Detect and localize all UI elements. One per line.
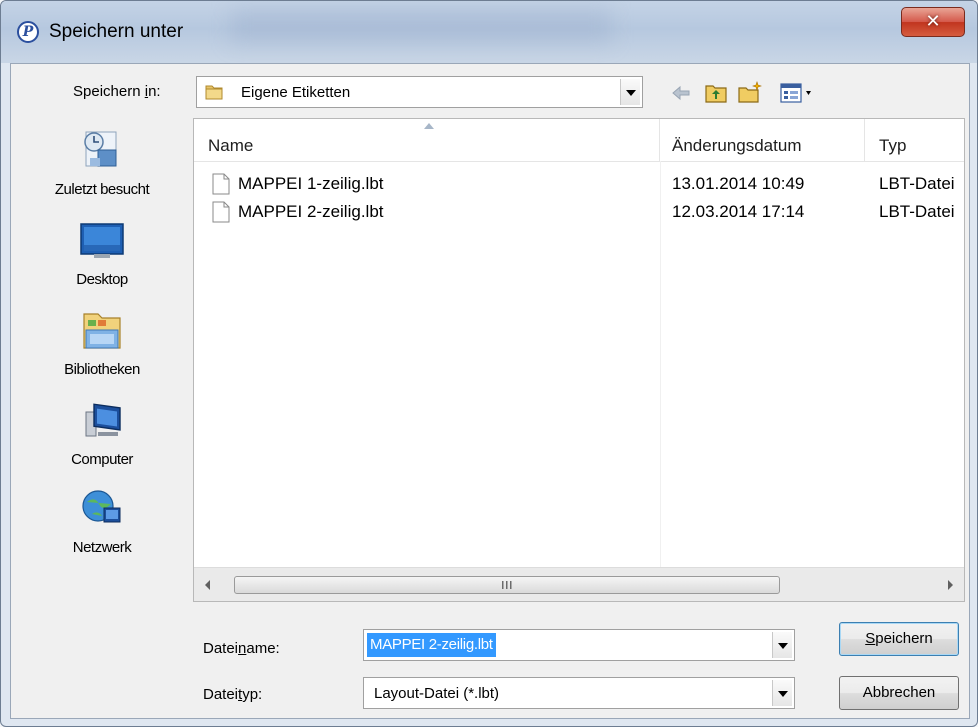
cancel-button[interactable]: Abbrechen xyxy=(839,676,959,710)
place-recent[interactable]: Zuletzt besucht xyxy=(11,126,193,198)
file-date: 12.03.2014 17:14 xyxy=(672,202,805,221)
scroll-left-icon[interactable] xyxy=(200,576,216,594)
file-row[interactable]: MAPPEI 2-zeilig.lbt 12.03.2014 17:14 LBT… xyxy=(194,199,964,225)
network-icon xyxy=(82,490,121,523)
file-icon xyxy=(212,173,230,195)
horizontal-scrollbar[interactable] xyxy=(194,567,964,601)
filename-label: Dateiname: xyxy=(203,640,280,657)
save-in-dropdown[interactable]: Eigene Etiketten xyxy=(196,76,643,108)
chevron-down-icon[interactable] xyxy=(620,79,640,105)
place-computer[interactable]: Computer xyxy=(11,396,193,468)
file-row[interactable]: MAPPEI 1-zeilig.lbt 13.01.2014 10:49 LBT… xyxy=(194,171,964,197)
places-bar: Zuletzt besucht Desktop Bibliotheken Com… xyxy=(11,116,193,626)
scrollbar-thumb[interactable] xyxy=(234,576,780,594)
file-list[interactable]: Name Änderungsdatum Typ MAPPEI 1-zeilig.… xyxy=(193,118,965,602)
file-list-header: Name Änderungsdatum Typ xyxy=(194,119,964,162)
place-desktop[interactable]: Desktop xyxy=(11,216,193,288)
place-label: Bibliotheken xyxy=(64,361,140,378)
back-arrow-icon[interactable] xyxy=(669,81,693,105)
computer-icon xyxy=(85,403,121,437)
sort-ascending-icon xyxy=(424,123,434,129)
chevron-down-icon[interactable] xyxy=(772,680,792,706)
window-title: Speichern unter xyxy=(49,21,184,42)
filetype-label: Dateityp: xyxy=(203,686,263,703)
save-button[interactable]: Speichern xyxy=(839,622,959,656)
place-libraries[interactable]: Bibliotheken xyxy=(11,306,193,378)
filetype-dropdown[interactable]: Layout-Datei (*.lbt) xyxy=(363,677,795,709)
libraries-icon xyxy=(83,313,121,349)
place-label: Zuletzt besucht xyxy=(54,181,150,198)
filename-field[interactable]: MAPPEI 2-zeilig.lbt xyxy=(363,629,795,661)
filetype-value: Layout-Datei (*.lbt) xyxy=(374,685,500,702)
app-logo-icon: P xyxy=(17,21,39,43)
folder-icon xyxy=(205,85,223,100)
titlebar-background-blur xyxy=(231,9,611,43)
filename-selected-text[interactable]: MAPPEI 2-zeilig.lbt xyxy=(367,633,496,657)
up-folder-icon[interactable] xyxy=(704,81,728,105)
file-type: LBT-Datei xyxy=(879,174,955,193)
recent-places-icon xyxy=(84,131,117,167)
scrollbar-grip-icon xyxy=(502,581,512,589)
place-label: Netzwerk xyxy=(72,539,132,556)
column-date-label: Änderungsdatum xyxy=(672,136,802,155)
save-in-value: Eigene Etiketten xyxy=(241,84,351,101)
column-header-date[interactable]: Änderungsdatum xyxy=(660,119,865,161)
column-type-label: Typ xyxy=(879,136,907,155)
desktop-icon xyxy=(80,223,124,258)
views-menu-icon[interactable] xyxy=(779,81,817,105)
file-icon xyxy=(212,201,230,223)
file-name: MAPPEI 1-zeilig.lbt xyxy=(238,174,384,193)
close-button[interactable]: ✕ xyxy=(901,7,965,37)
chevron-down-icon[interactable] xyxy=(772,632,792,658)
save-as-dialog: P Speichern unter ✕ Speichern in: Eigene… xyxy=(0,0,978,727)
column-header-name[interactable]: Name xyxy=(194,119,660,161)
save-in-label: Speichern in: xyxy=(73,83,161,100)
close-icon: ✕ xyxy=(925,11,941,32)
file-name: MAPPEI 2-zeilig.lbt xyxy=(238,202,384,221)
place-label: Computer xyxy=(71,451,133,468)
new-folder-icon[interactable] xyxy=(737,81,763,105)
file-date: 13.01.2014 10:49 xyxy=(672,174,805,193)
scroll-right-icon[interactable] xyxy=(942,576,958,594)
dialog-client-area: Speichern in: Eigene Etiketten Zuletzt b… xyxy=(10,63,970,719)
title-bar[interactable]: P Speichern unter ✕ xyxy=(1,1,977,63)
file-type: LBT-Datei xyxy=(879,202,955,221)
column-name-label: Name xyxy=(208,136,254,155)
place-network[interactable]: Netzwerk xyxy=(11,484,193,556)
place-label: Desktop xyxy=(76,271,128,288)
column-header-type[interactable]: Typ xyxy=(865,119,964,161)
